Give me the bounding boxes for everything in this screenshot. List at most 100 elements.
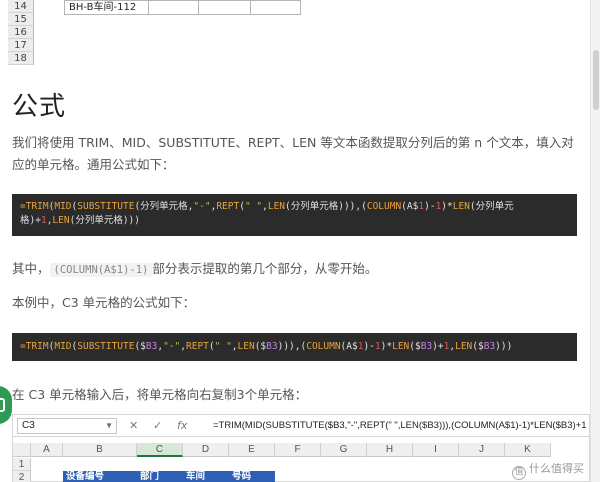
column-header-d[interactable]: D <box>183 443 229 457</box>
code-token: REPT <box>186 341 209 352</box>
top-table: BH-B车间-112 <box>64 0 301 15</box>
code-token: =TRIM <box>20 201 49 212</box>
cell-c14 <box>148 0 199 15</box>
intro-paragraph: 我们将使用 TRIM、MID、SUBSTITUTE、REPT、LEN 等文本函数… <box>12 135 574 172</box>
inline-code: (COLUMN(A$1)-1) <box>49 263 153 277</box>
top-spreadsheet-snippet: 14 15 16 17 18 BH-B车间-112 <box>0 0 600 68</box>
name-box[interactable]: C3 ▼ <box>17 418 117 434</box>
page-scrollbar[interactable] <box>590 0 600 482</box>
code-token: LEN <box>267 201 286 212</box>
column-header-k[interactable]: K <box>505 443 551 457</box>
watermark-logo-icon: 值 <box>512 466 526 480</box>
name-box-value: C3 <box>22 420 35 431</box>
code-token: REPT <box>216 201 240 212</box>
code-token: ))),( <box>277 341 307 352</box>
code-token: (分列单元格, <box>134 201 194 212</box>
code-token: B3 <box>483 341 496 352</box>
code-token: (A$ <box>401 201 419 212</box>
code-token: (A$ <box>340 341 358 352</box>
header-cell-department: 部门 <box>137 471 183 482</box>
column-header-b[interactable]: B <box>63 443 137 457</box>
explanation-paragraph: 其中， (COLUMN(A$1)-1) 部分表示提取的第几个部分，从零开始。 <box>12 258 377 280</box>
site-watermark: 值什么值得买 <box>512 460 584 480</box>
select-all-corner[interactable] <box>13 443 31 457</box>
code-token: "-" <box>163 341 181 352</box>
header-cell-workshop: 车间 <box>183 471 229 482</box>
code-token: )* <box>380 341 393 352</box>
code-token: MID <box>54 341 72 352</box>
example-paragraph: 本例中，C3 单元格的公式如下： <box>12 295 196 310</box>
function-icon[interactable]: fx <box>177 418 187 434</box>
code-token: B3 <box>145 341 158 352</box>
feedback-icon <box>0 398 5 412</box>
column-header-e[interactable]: E <box>229 443 275 457</box>
code-token: (分列单元 <box>469 201 514 212</box>
code-token: B3 <box>420 341 433 352</box>
row-header-18: 18 <box>8 52 34 65</box>
row-header-17: 17 <box>8 39 34 52</box>
code-token: 格)+ <box>20 215 41 226</box>
code-token: SUBSTITUTE <box>77 341 135 352</box>
row-header-2[interactable]: 2 <box>13 471 31 482</box>
column-header-h[interactable]: H <box>367 443 413 457</box>
code-token: ))) <box>495 341 513 352</box>
code-token: LEN <box>452 201 470 212</box>
code-token: )- <box>424 201 436 212</box>
code-token: )- <box>363 341 375 352</box>
code-token: B3 <box>266 341 278 352</box>
column-header-f[interactable]: F <box>275 443 321 457</box>
code-line-2: 格)+1,LEN(分列单元格))) <box>20 214 569 228</box>
row-header-14: 14 <box>8 0 34 13</box>
code-line-1: =TRIM(MID(SUBSTITUTE(分列单元格,"-",REPT(" ",… <box>20 200 569 214</box>
cell-b14: BH-B车间-112 <box>64 0 149 15</box>
code-token: LEN <box>455 341 473 352</box>
excel-screenshot: C3 ▼ ✕ ✓ fx =TRIM(MID(SUBSTITUTE($B3,"-"… <box>12 414 590 482</box>
confirm-icon[interactable]: ✓ <box>153 418 162 434</box>
copy-instruction-paragraph: 在 C3 单元格输入后，将单元格向右复制3个单元格： <box>12 387 308 402</box>
column-header-a[interactable]: A <box>31 443 63 457</box>
row-header-15: 15 <box>8 13 34 26</box>
code-token: ($ <box>254 341 267 352</box>
code-token: " " <box>244 201 263 212</box>
section-title: 公式 <box>12 92 67 122</box>
explanation-prefix: 其中， <box>12 261 50 276</box>
formula-input[interactable]: =TRIM(MID(SUBSTITUTE($B3,"-",REPT(" ",LE… <box>213 418 587 434</box>
code-token: "-" <box>193 201 211 212</box>
code-token: SUBSTITUTE <box>77 201 135 212</box>
code-token: ($ <box>472 341 484 352</box>
c3-formula-code-block: =TRIM(MID(SUBSTITUTE($B3,"-",REPT(" ",LE… <box>12 333 577 361</box>
header-cell-device-id: 设备编号 <box>63 471 137 482</box>
cell-e14 <box>250 0 301 15</box>
scrollbar-thumb[interactable] <box>593 50 599 110</box>
code-token: ($ <box>409 341 421 352</box>
code-token: " " <box>214 341 232 352</box>
explanation-suffix: 部分表示提取的第几个部分，从零开始。 <box>152 261 378 276</box>
cell-d14 <box>198 0 251 15</box>
formula-bar: C3 ▼ ✕ ✓ fx =TRIM(MID(SUBSTITUTE($B3,"-"… <box>13 415 589 437</box>
code-token: )* <box>441 201 453 212</box>
code-token: COLUMN <box>306 341 341 352</box>
cancel-icon[interactable]: ✕ <box>129 418 138 434</box>
table-row: BH-B车间-112 <box>64 0 301 15</box>
code-token: (分列单元格))) <box>69 215 140 226</box>
feedback-tab[interactable] <box>0 386 12 424</box>
general-formula-code-block: =TRIM(MID(SUBSTITUTE(分列单元格,"-",REPT(" ",… <box>12 194 577 236</box>
code-token: (分列单元格))),( <box>285 201 367 212</box>
watermark-text: 什么值得买 <box>529 462 584 475</box>
row-header-16: 16 <box>8 26 34 39</box>
header-cell-number: 号码 <box>229 471 275 482</box>
code-token: =TRIM <box>20 341 49 352</box>
chevron-down-icon: ▼ <box>105 421 113 430</box>
code-token: LEN <box>52 215 70 226</box>
code-line-1: =TRIM(MID(SUBSTITUTE($B3,"-",REPT(" ",LE… <box>20 339 569 355</box>
column-header-c[interactable]: C <box>137 443 183 457</box>
code-token: LEN <box>237 341 255 352</box>
code-token: ($ <box>134 341 146 352</box>
column-header-g[interactable]: G <box>321 443 367 457</box>
code-token: LEN <box>392 341 410 352</box>
column-header-j[interactable]: J <box>459 443 505 457</box>
row-header-1[interactable]: 1 <box>13 458 31 471</box>
code-token: MID <box>54 201 72 212</box>
code-token: COLUMN <box>366 201 402 212</box>
column-header-i[interactable]: I <box>413 443 459 457</box>
